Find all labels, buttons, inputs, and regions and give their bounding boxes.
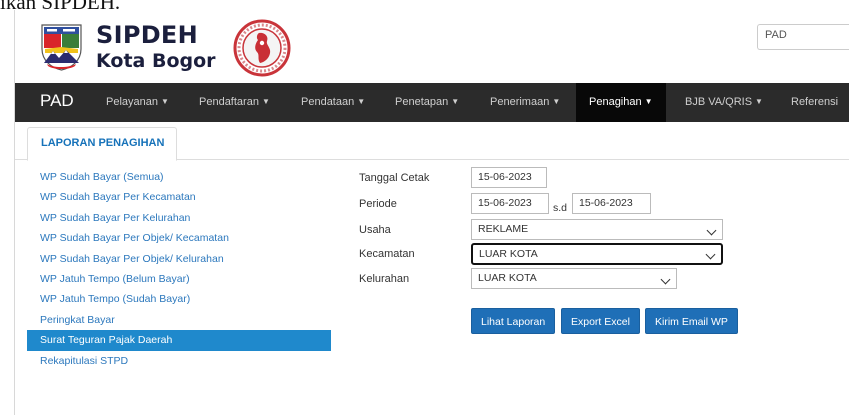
nav-item-label: Penagihan [589,96,642,108]
kirim-email-wp-button[interactable]: Kirim Email WP [645,308,738,334]
caret-down-icon: ▼ [644,97,653,106]
menu-item-wp-jatuh-tempo-sudah-bayar[interactable]: WP Jatuh Tempo (Sudah Bayar) [27,289,331,309]
cropped-heading: ikan SIPDEH. [0,0,849,10]
kecamatan-label: Kecamatan [359,248,415,260]
usaha-select-value: REKLAME [478,223,529,235]
menu-item-wp-sudah-bayar-per-objek-kelurahan[interactable]: WP Sudah Bayar Per Objek/ Kelurahan [27,249,331,269]
caret-down-icon: ▼ [755,97,763,106]
report-tabbar: LAPORAN PENAGIHAN [15,127,849,161]
caret-down-icon: ▼ [552,97,561,106]
periode-label: Periode [359,198,397,210]
nav-item-pendataan[interactable]: Pendataan ▼ [301,83,365,122]
menu-item-wp-sudah-bayar-per-objek-kecamatan[interactable]: WP Sudah Bayar Per Objek/ Kecamatan [27,228,331,248]
chevron-down-icon [660,274,671,285]
usaha-select[interactable]: REKLAME [471,219,723,240]
kelurahan-select[interactable]: LUAR KOTA [471,268,677,289]
periode-from-input[interactable]: 15-06-2023 [471,193,549,214]
page: SIPDEH Kota Bogor PAD PAD Pelayanan ▼ Pen… [14,10,849,415]
nav-item-penagihan[interactable]: Penagihan ▼ [576,83,666,122]
nav-item-penerimaan[interactable]: Penerimaan ▼ [490,83,560,122]
nav-item-penetapan[interactable]: Penetapan ▼ [395,83,459,122]
chevron-down-icon [705,249,716,260]
report-menu: WP Sudah Bayar (Semua) WP Sudah Bayar Pe… [27,167,331,371]
usaha-label: Usaha [359,224,391,236]
caret-down-icon: ▼ [161,97,169,106]
menu-item-peringkat-bayar[interactable]: Peringkat Bayar [27,310,331,330]
nav-item-label: Referensi [791,96,839,108]
nav-item-label: Pendataan [301,96,355,108]
menu-item-wp-sudah-bayar-per-kecamatan[interactable]: WP Sudah Bayar Per Kecamatan [27,187,331,207]
tab-laporan-penagihan[interactable]: LAPORAN PENAGIHAN [27,127,178,161]
bapenda-seal-logo [233,19,291,77]
kota-bogor-logo [39,23,84,71]
kecamatan-select[interactable]: LUAR KOTA [471,243,723,265]
nav-item-label: Penetapan [395,96,449,108]
caret-down-icon: ▼ [451,97,460,106]
nav-item-label: Penerimaan [490,96,550,108]
caret-down-icon: ▼ [357,97,366,106]
nav-item-pendaftaran[interactable]: Pendaftaran ▼ [199,83,270,122]
nav-brand[interactable]: PAD [40,91,74,111]
menu-item-rekapitulasi-stpd[interactable]: Rekapitulasi STPD [27,351,331,371]
export-excel-button[interactable]: Export Excel [561,308,640,334]
nav-item-pelayanan[interactable]: Pelayanan ▼ [106,83,169,122]
nav-item-label: Pelayanan [106,96,158,108]
nav-item-referensi[interactable]: Referensi [791,83,838,122]
nav-item-bjb-va-qris[interactable]: BJB VA/QRIS ▼ [685,83,763,122]
nav-item-label: BJB VA/QRIS [685,96,753,108]
nav-item-label: Pendaftaran [199,96,259,108]
app-title: SIPDEH [96,21,199,49]
app-subtitle: Kota Bogor [96,50,216,72]
kelurahan-select-value: LUAR KOTA [478,272,537,284]
pad-select[interactable]: PAD [757,24,849,50]
cropped-heading-text: ikan SIPDEH. [0,0,120,10]
menu-item-wp-sudah-bayar-semua[interactable]: WP Sudah Bayar (Semua) [27,167,331,187]
lihat-laporan-button[interactable]: Lihat Laporan [471,308,556,334]
menu-item-surat-teguran-pajak-daerah[interactable]: Surat Teguran Pajak Daerah [27,330,331,351]
tanggal-cetak-label: Tanggal Cetak [359,172,430,184]
main-navbar: PAD Pelayanan ▼ Pendaftaran ▼ Pendataan ▼ P… [15,83,849,122]
caret-down-icon: ▼ [261,97,270,106]
chevron-down-icon [706,225,717,236]
menu-item-wp-jatuh-tempo-belum-bayar[interactable]: WP Jatuh Tempo (Belum Bayar) [27,269,331,289]
kecamatan-select-value: LUAR KOTA [479,248,538,260]
menu-item-wp-sudah-bayar-per-kelurahan[interactable]: WP Sudah Bayar Per Kelurahan [27,208,331,228]
header: SIPDEH Kota Bogor PAD [15,10,849,83]
tanggal-cetak-input[interactable]: 15-06-2023 [471,167,547,188]
kelurahan-label: Kelurahan [359,273,410,285]
periode-to-input[interactable]: 15-06-2023 [572,193,651,214]
periode-sd-label: s.d [553,202,568,214]
